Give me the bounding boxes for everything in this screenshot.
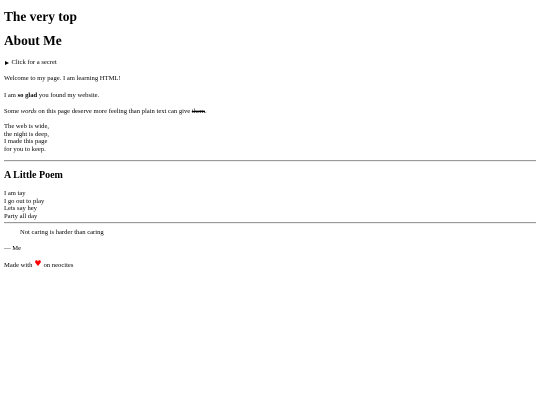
disclosure-triangle-icon bbox=[4, 60, 9, 65]
words-text: Some words on this page deserve more fee… bbox=[4, 108, 536, 116]
words-text-strike: them bbox=[191, 107, 206, 115]
quote-attribution: — Me bbox=[4, 244, 22, 252]
secret-disclosure[interactable]: Click for a secret bbox=[4, 59, 536, 67]
little-poem-line: Party all day bbox=[4, 212, 38, 220]
footer-made-with-text: Made with bbox=[4, 261, 33, 269]
little-poem-line: I am tay bbox=[4, 189, 26, 197]
about-poem-line: The web is wide, bbox=[4, 123, 50, 131]
glad-text-strong: so glad bbox=[17, 91, 38, 99]
words-text-middle: on this page deserve more feeling than p… bbox=[36, 107, 192, 115]
page-body: The very top About Me Click for a secret… bbox=[0, 9, 540, 269]
divider bbox=[4, 160, 536, 163]
glad-text-before: I am bbox=[4, 91, 18, 99]
about-poem-line: the night is deep, bbox=[4, 130, 50, 138]
secret-summary-label: Click for a secret bbox=[11, 58, 57, 66]
about-poem-line: I made this page bbox=[4, 138, 48, 146]
heart-icon: ♥ bbox=[34, 259, 42, 269]
words-text-before: Some bbox=[4, 107, 21, 115]
divider bbox=[4, 222, 536, 225]
little-poem: I am tay I go out to play Lets say hey P… bbox=[4, 190, 536, 220]
quote-block: Not caring is harder than caring bbox=[20, 229, 104, 237]
little-poem-line: I go out to play bbox=[4, 197, 45, 205]
little-poem-line: Lets say hey bbox=[4, 205, 37, 213]
page-title-top: The very top bbox=[4, 9, 77, 24]
little-poem-heading: A Little Poem bbox=[4, 170, 63, 182]
about-heading: About Me bbox=[4, 33, 62, 49]
glad-text: I am so glad you found my website. bbox=[4, 92, 536, 100]
about-poem: The web is wide, the night is deep, I ma… bbox=[4, 123, 536, 153]
footer-credit: Made with ♥ on neocites bbox=[4, 259, 536, 269]
words-text-after: . bbox=[205, 107, 207, 115]
glad-text-after: you found my website. bbox=[37, 91, 100, 99]
footer-neocites-text: on neocites bbox=[43, 261, 74, 269]
about-poem-line: for you to keep. bbox=[4, 145, 46, 153]
welcome-text: Welcome to my page. I am learning HTML! bbox=[4, 75, 121, 83]
words-text-em: words bbox=[20, 107, 37, 115]
